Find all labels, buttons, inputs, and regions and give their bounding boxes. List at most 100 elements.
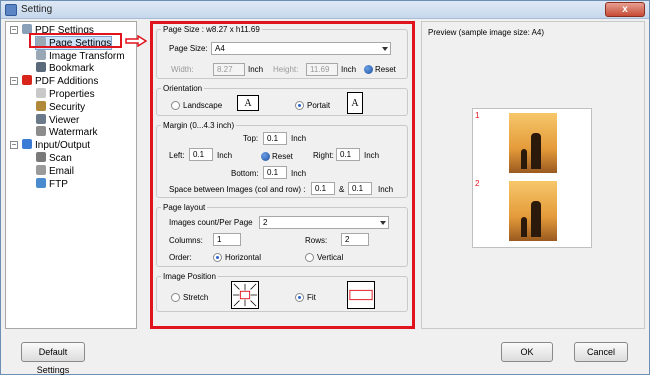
- space-row-field[interactable]: 0.1: [348, 182, 372, 195]
- default-settings-button[interactable]: Default Settings: [21, 342, 85, 375]
- landscape-preview-icon: A: [237, 95, 259, 111]
- columns-label: Columns:: [169, 236, 203, 245]
- space-between-label: Space between Images (col and row) :: [169, 185, 306, 194]
- space-col-field[interactable]: 0.1: [311, 182, 335, 195]
- columns-field[interactable]: 1: [213, 233, 241, 246]
- silhouette-child: [521, 217, 527, 237]
- watermark-icon: [36, 126, 46, 136]
- viewer-icon: [36, 114, 46, 124]
- landscape-radio[interactable]: [171, 101, 180, 110]
- fit-label: Fit: [307, 293, 316, 302]
- tree-item-properties[interactable]: Properties: [36, 88, 95, 100]
- collapse-toggle-input-output[interactable]: −: [10, 141, 18, 149]
- bookmark-icon: [36, 62, 46, 72]
- margin-top-label: Top:: [243, 134, 259, 143]
- margin-top-field[interactable]: 0.1: [263, 132, 287, 145]
- rows-field[interactable]: 2: [341, 233, 369, 246]
- preview-page-number-2: 2: [475, 179, 480, 188]
- fit-radio[interactable]: [295, 293, 304, 302]
- height-unit: Inch: [341, 65, 357, 74]
- height-field[interactable]: 11.69: [306, 63, 338, 76]
- landscape-label: Landscape: [183, 101, 223, 110]
- width-field[interactable]: 8.27: [213, 63, 245, 76]
- margin-right-unit: Inch: [364, 151, 380, 160]
- tree-item-label: Properties: [49, 89, 95, 100]
- horizontal-radio[interactable]: [213, 253, 222, 262]
- images-count-label: Images count/Per Page: [169, 218, 253, 227]
- title-bar: Setting x: [1, 1, 649, 19]
- tree-item-input-output[interactable]: Input/Output: [22, 139, 90, 151]
- page-size-label: Page Size:: [169, 44, 208, 53]
- tree-item-label: Image Transform: [49, 51, 125, 62]
- space-unit: Inch: [378, 185, 394, 194]
- ftp-icon: [36, 178, 46, 188]
- margin-right-field[interactable]: 0.1: [336, 148, 360, 161]
- reset-icon: [364, 65, 373, 74]
- images-count-select[interactable]: 2: [259, 216, 389, 229]
- page-size-reset-button[interactable]: Reset: [375, 65, 396, 74]
- margin-bottom-unit: Inch: [291, 169, 307, 178]
- properties-icon: [36, 88, 46, 98]
- margin-reset-button[interactable]: Reset: [272, 152, 293, 161]
- vertical-label: Vertical: [317, 253, 344, 262]
- tree-item-label: FTP: [49, 179, 68, 190]
- tree-item-viewer[interactable]: Viewer: [36, 114, 79, 126]
- ok-button[interactable]: OK: [501, 342, 553, 362]
- close-button[interactable]: x: [605, 2, 645, 17]
- preview-pane: Preview (sample image size: A4) 1 2: [421, 21, 645, 329]
- settings-tree[interactable]: − PDF Settings Page Settings Image Trans…: [5, 21, 137, 329]
- orientation-group-title: Orientation: [161, 84, 205, 93]
- tree-item-watermark[interactable]: Watermark: [36, 126, 98, 138]
- portrait-label: Portait: [307, 101, 331, 110]
- page-size-value: A4: [215, 44, 225, 53]
- silhouette-adult: [531, 201, 541, 237]
- orientation-group: Orientation Landscape A Portait A: [156, 84, 408, 116]
- chevron-down-icon: [380, 221, 386, 225]
- app-icon: [5, 4, 17, 16]
- portrait-radio[interactable]: [295, 101, 304, 110]
- collapse-toggle-pdf-additions[interactable]: −: [10, 77, 18, 85]
- tree-item-label: Bookmark: [49, 63, 95, 74]
- portrait-preview-icon: A: [347, 92, 363, 114]
- tree-item-label: Security: [49, 102, 86, 113]
- margin-right-label: Right:: [313, 151, 334, 160]
- tree-item-ftp[interactable]: FTP: [36, 178, 68, 190]
- tree-item-pdf-additions[interactable]: PDF Additions: [22, 75, 98, 87]
- page-size-select[interactable]: A4: [211, 42, 391, 55]
- fit-preview-icon: [347, 281, 375, 309]
- margin-bottom-label: Bottom:: [231, 169, 259, 178]
- gear-icon: [36, 50, 46, 60]
- order-label: Order:: [169, 253, 192, 262]
- tree-item-bookmark[interactable]: Bookmark: [36, 62, 94, 74]
- stretch-preview-icon: [231, 281, 259, 309]
- tree-item-security[interactable]: Security: [36, 101, 85, 113]
- preview-page-number-1: 1: [475, 111, 480, 120]
- margin-bottom-field[interactable]: 0.1: [263, 166, 287, 179]
- tree-item-label: Watermark: [49, 127, 98, 138]
- tree-item-image-transform[interactable]: Image Transform: [36, 50, 125, 62]
- vertical-radio[interactable]: [305, 253, 314, 262]
- tree-item-label: PDF Additions: [35, 76, 99, 87]
- tree-item-label: Email: [49, 166, 75, 177]
- margin-left-field[interactable]: 0.1: [189, 148, 213, 161]
- width-label: Width:: [171, 65, 194, 74]
- cancel-button[interactable]: Cancel: [574, 342, 628, 362]
- tree-item-scan[interactable]: Scan: [36, 152, 72, 164]
- tree-item-label: Input/Output: [35, 140, 91, 151]
- chevron-down-icon: [382, 47, 388, 51]
- rows-label: Rows:: [305, 236, 328, 245]
- stretch-label: Stretch: [183, 293, 209, 302]
- lock-icon: [36, 101, 46, 111]
- tree-item-email[interactable]: Email: [36, 165, 74, 177]
- margin-group: Margin (0...4.3 inch) Top: 0.1 Inch Left…: [156, 121, 408, 198]
- pdf-icon: [22, 75, 32, 85]
- page-layout-group: Page layout Images count/Per Page 2 Colu…: [156, 203, 408, 267]
- margin-top-unit: Inch: [291, 134, 307, 143]
- margin-group-title: Margin (0...4.3 inch): [161, 121, 237, 130]
- tree-item-label: Viewer: [49, 115, 80, 126]
- page-layout-group-title: Page layout: [161, 203, 208, 212]
- collapse-toggle-pdf-settings[interactable]: −: [10, 26, 18, 34]
- silhouette-child: [521, 149, 527, 169]
- stretch-radio[interactable]: [171, 293, 180, 302]
- preview-image-1: [509, 113, 557, 173]
